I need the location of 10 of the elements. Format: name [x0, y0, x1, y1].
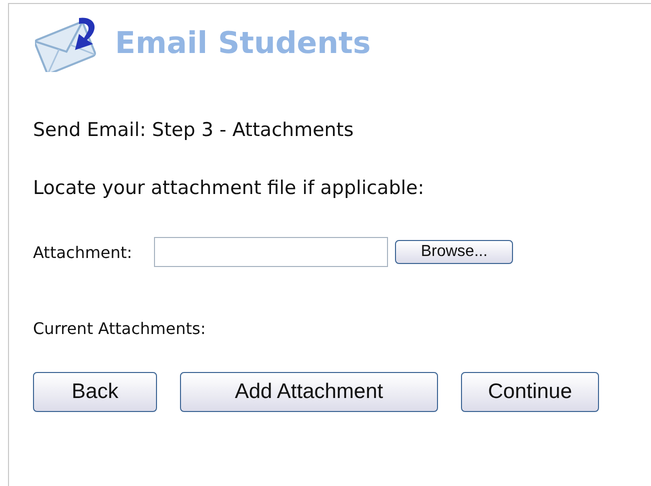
attachment-field[interactable]: [154, 237, 388, 267]
continue-button[interactable]: Continue: [461, 372, 599, 412]
page-title: Email Students: [115, 26, 371, 60]
back-button[interactable]: Back: [33, 372, 157, 412]
instruction-text: Locate your attachment file if applicable:: [33, 177, 426, 199]
add-attachment-button[interactable]: Add Attachment: [180, 372, 438, 412]
browse-button[interactable]: Browse...: [395, 240, 514, 264]
current-attachments-label: Current Attachments:: [33, 319, 207, 338]
step-title: Send Email: Step 3 - Attachments: [33, 119, 355, 141]
attachment-label: Attachment:: [33, 242, 132, 262]
